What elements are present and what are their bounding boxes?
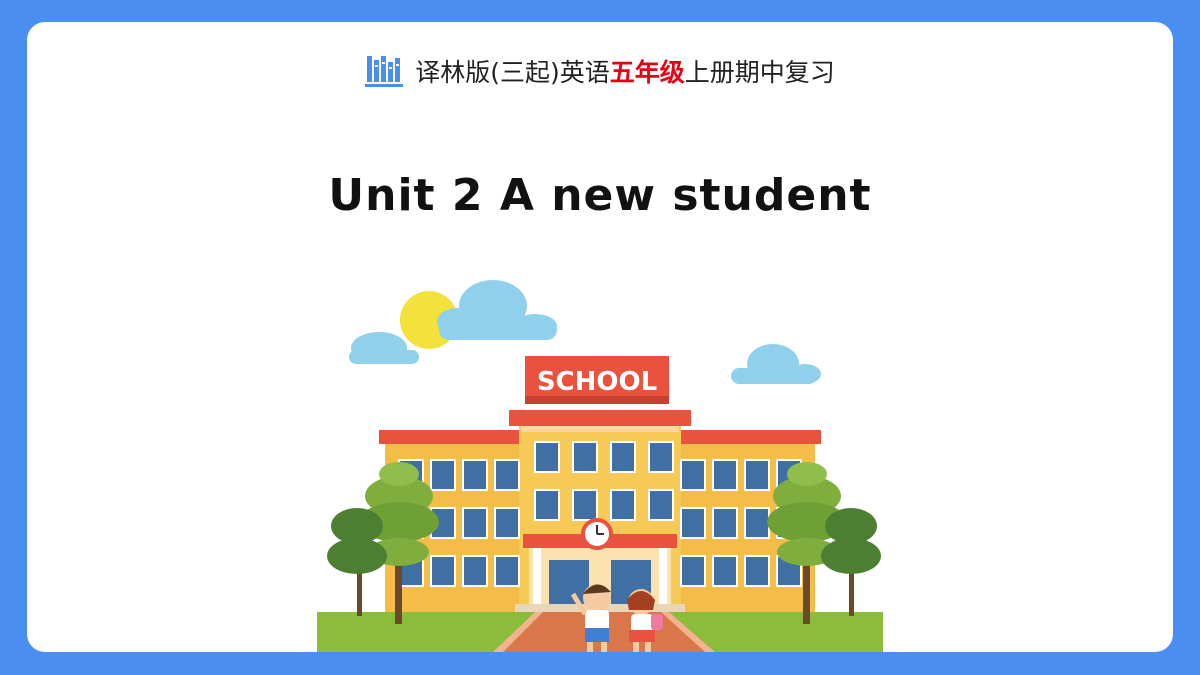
books-icon [365, 56, 404, 87]
tree-right-back [821, 508, 881, 616]
header-suffix: 上册期中复习 [684, 58, 835, 87]
school-sign-text: SCHOOL [537, 367, 657, 397]
header-prefix: 译林版(三起)英语 [415, 58, 610, 87]
header-text: 译林版(三起)英语五年级上册期中复习 [415, 53, 835, 89]
slide-title: Unit 2 A new student [328, 170, 872, 221]
cloud-right [731, 344, 821, 384]
slide-card: 译林版(三起)英语五年级上册期中复习 Unit 2 A new student [27, 22, 1173, 652]
header-highlight: 五年级 [609, 58, 685, 87]
school-illustration: SCHOOL [317, 280, 883, 652]
tree-left-back [327, 508, 387, 616]
slide-header: 译林版(三起)英语五年级上册期中复习 [27, 52, 1173, 90]
entrance-door [549, 560, 589, 604]
cloud-center [437, 280, 557, 340]
